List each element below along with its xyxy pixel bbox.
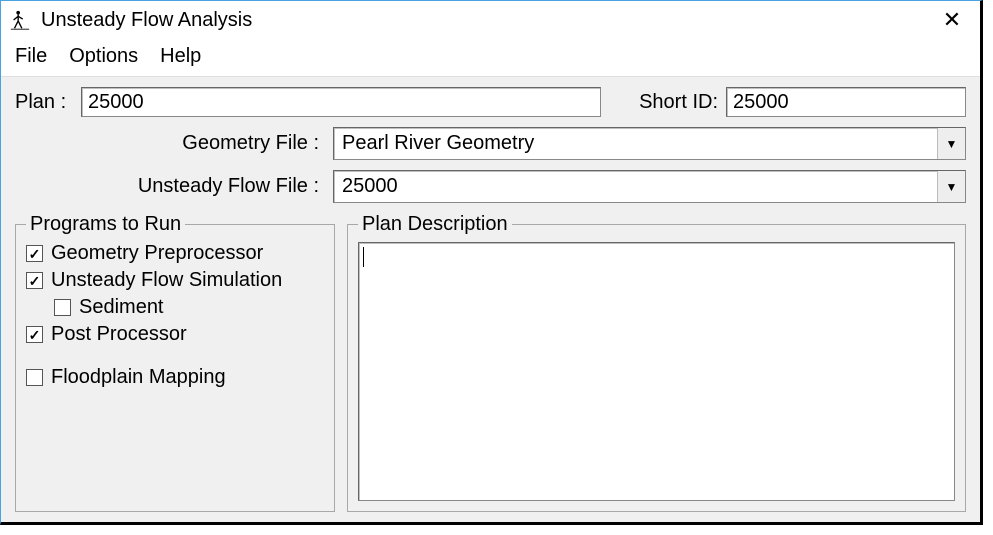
checkbox-icon <box>26 326 43 343</box>
unsteady-flow-simulation-label: Unsteady Flow Simulation <box>51 269 282 292</box>
menu-options[interactable]: Options <box>69 45 138 68</box>
checkbox-icon <box>26 245 43 262</box>
chevron-down-icon: ▼ <box>937 128 965 159</box>
checkbox-icon <box>26 272 43 289</box>
close-button[interactable]: ✕ <box>932 5 972 35</box>
close-icon: ✕ <box>943 7 961 33</box>
unsteady-flow-simulation-checkbox[interactable]: Unsteady Flow Simulation <box>26 269 324 292</box>
short-id-input[interactable] <box>726 87 966 117</box>
sediment-checkbox[interactable]: Sediment <box>54 296 324 319</box>
unsteady-flow-file-combo[interactable]: 25000 ▼ <box>333 170 966 203</box>
menubar: File Options Help <box>1 39 980 76</box>
post-processor-checkbox[interactable]: Post Processor <box>26 323 324 346</box>
geometry-file-combo[interactable]: Pearl River Geometry ▼ <box>333 127 966 160</box>
sediment-label: Sediment <box>79 296 164 319</box>
client-area: Plan : Short ID: Geometry File : Pearl R… <box>1 76 980 522</box>
plan-row: Plan : Short ID: <box>15 87 966 117</box>
programs-to-run-legend: Programs to Run <box>26 213 185 236</box>
geometry-file-label: Geometry File : <box>15 132 325 155</box>
plan-label: Plan : <box>15 91 73 114</box>
unsteady-flow-file-label: Unsteady Flow File : <box>15 175 325 198</box>
unsteady-flow-analysis-window: Unsteady Flow Analysis ✕ File Options He… <box>0 0 983 525</box>
geometry-preprocessor-checkbox[interactable]: Geometry Preprocessor <box>26 242 324 265</box>
floodplain-mapping-label: Floodplain Mapping <box>51 366 226 389</box>
unsteady-flow-file-value: 25000 <box>334 175 937 198</box>
geometry-file-row: Geometry File : Pearl River Geometry ▼ <box>15 127 966 160</box>
programs-to-run-group: Programs to Run Geometry Preprocessor Un… <box>15 213 335 512</box>
menu-help[interactable]: Help <box>160 45 201 68</box>
plan-description-legend: Plan Description <box>358 213 512 236</box>
checkbox-icon <box>54 299 71 316</box>
app-icon <box>9 9 31 31</box>
checkbox-icon <box>26 369 43 386</box>
titlebar: Unsteady Flow Analysis ✕ <box>1 1 980 39</box>
post-processor-label: Post Processor <box>51 323 187 346</box>
menu-file[interactable]: File <box>15 45 47 68</box>
floodplain-mapping-checkbox[interactable]: Floodplain Mapping <box>26 366 324 389</box>
chevron-down-icon: ▼ <box>937 171 965 202</box>
geometry-preprocessor-label: Geometry Preprocessor <box>51 242 263 265</box>
unsteady-flow-file-row: Unsteady Flow File : 25000 ▼ <box>15 170 966 203</box>
plan-input[interactable] <box>81 87 601 117</box>
short-id-label: Short ID: <box>639 91 718 114</box>
geometry-file-value: Pearl River Geometry <box>334 132 937 155</box>
text-caret <box>363 247 364 267</box>
plan-description-textarea[interactable] <box>358 242 955 501</box>
plan-description-group: Plan Description <box>347 213 966 512</box>
window-title: Unsteady Flow Analysis <box>41 9 932 32</box>
